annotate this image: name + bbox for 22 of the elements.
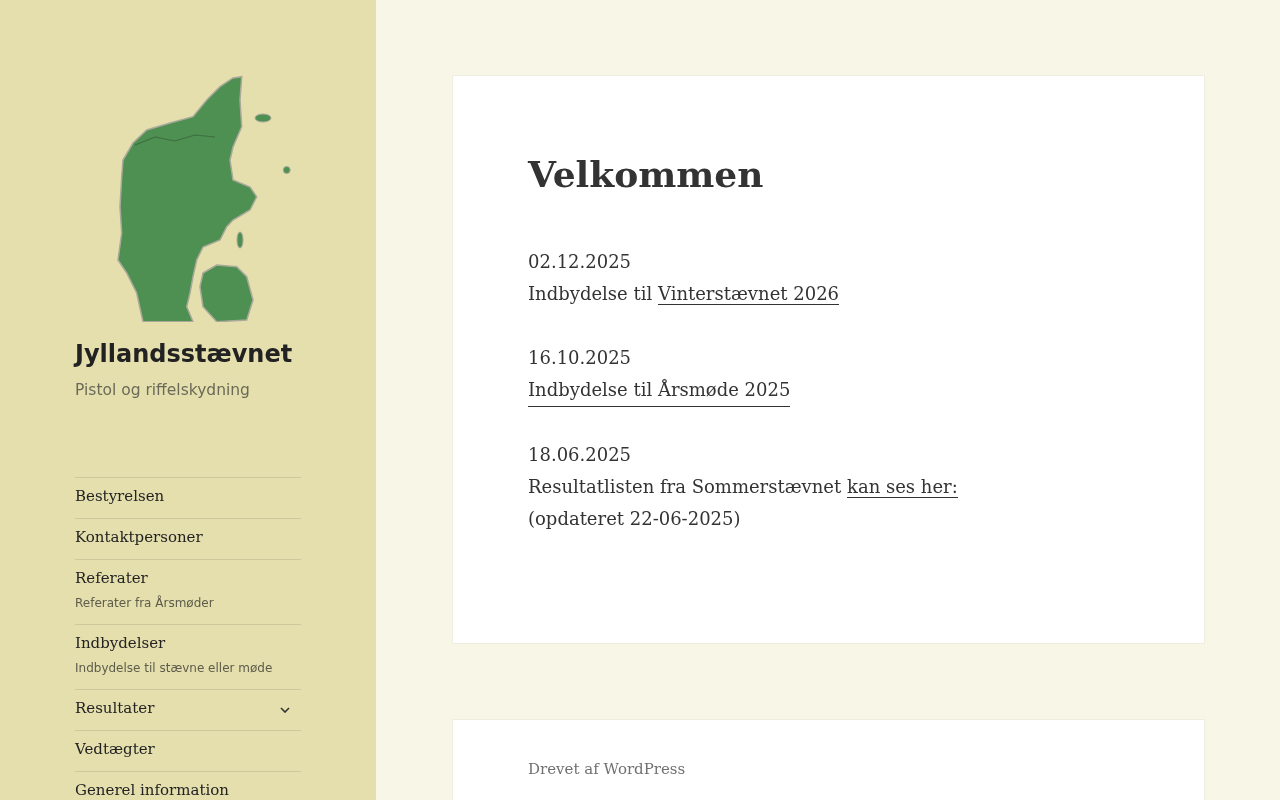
menu-item[interactable]: Resultater xyxy=(75,690,269,730)
menu-item-description: Indbydelse til stævne eller møde xyxy=(75,660,273,677)
menu-item[interactable]: Indbydelser Indbydelse til stævne eller møde xyxy=(75,625,301,689)
menu-item[interactable]: Kontaktpersoner xyxy=(75,519,301,559)
post-date: 18.06.2025 xyxy=(528,443,632,467)
post-link[interactable]: Indbydelse til Årsmøde 2025 xyxy=(528,374,791,407)
post-text: Resultatlisten fra Sommerstævnet kan ses her: xyxy=(528,475,958,500)
menu-item[interactable]: Generel information xyxy=(75,772,301,800)
menu-item[interactable]: Bestyrelsen xyxy=(75,478,301,518)
post-date: 16.10.2025 xyxy=(528,346,632,370)
post-text: Indbydelse til Vinterstævnet 2026 xyxy=(528,282,840,307)
menu-item[interactable]: Vedtægter xyxy=(75,731,301,771)
footer-credit-link[interactable]: Drevet af WordPress xyxy=(528,760,686,778)
menu-item-description: Referater fra Årsmøder xyxy=(75,594,214,612)
post-date: 02.12.2025 xyxy=(528,250,632,274)
site-title[interactable]: Jyllandsstævnet xyxy=(75,339,293,369)
post-link[interactable]: kan ses her: xyxy=(847,476,958,498)
post-title: Velkommen xyxy=(528,152,764,197)
post-link[interactable]: Vinterstævnet 2026 xyxy=(657,283,840,305)
post-text: (opdateret 22-06-2025) xyxy=(528,507,741,531)
site-tagline: Pistol og riffelskydning xyxy=(75,380,250,400)
menu-item[interactable]: Referater Referater fra Årsmøder xyxy=(75,560,301,624)
